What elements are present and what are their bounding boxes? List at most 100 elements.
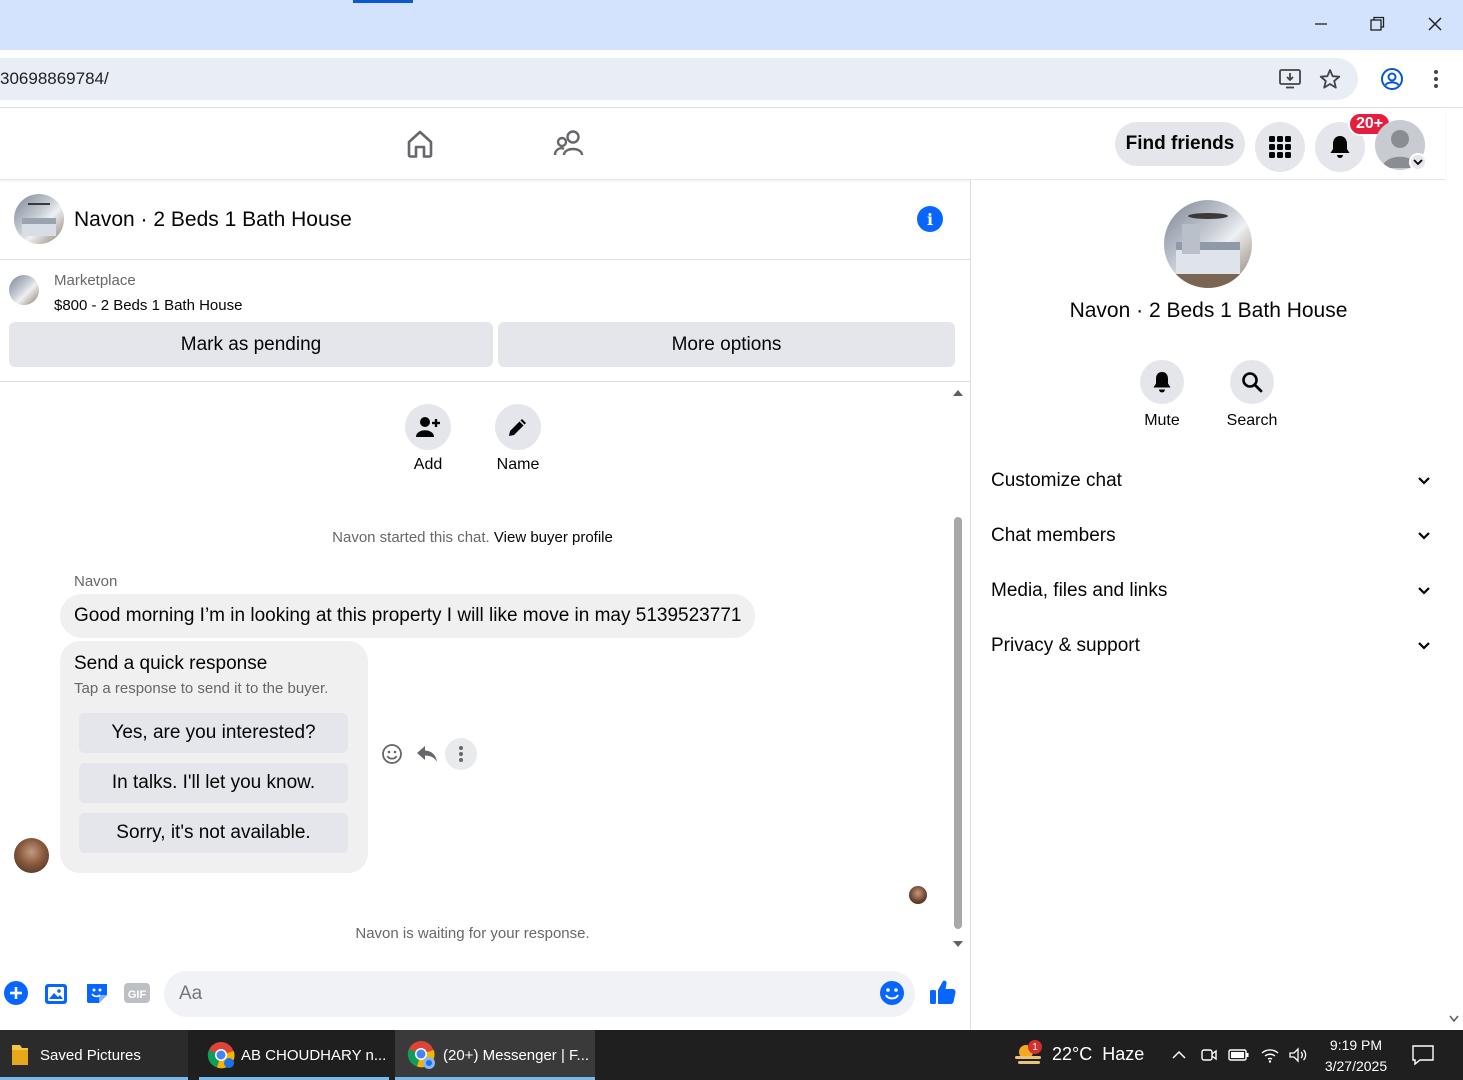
chat-header: Navon · 2 Beds 1 Bath House i bbox=[0, 180, 970, 260]
minimize-icon[interactable] bbox=[1305, 8, 1337, 40]
active-tab-indicator bbox=[353, 0, 413, 3]
windows-taskbar: Saved Pictures AB CHOUDHARY n... (20+) M… bbox=[0, 1030, 1463, 1080]
quick-response-title: Send a quick response bbox=[74, 653, 268, 674]
bookmark-star-icon[interactable] bbox=[1315, 64, 1345, 94]
message-list: Add Name Navon started this chat. View b… bbox=[0, 382, 970, 952]
chevron-down-icon bbox=[1418, 532, 1430, 540]
sticker-icon[interactable] bbox=[84, 980, 110, 1006]
weather-text[interactable]: 22°C Haze bbox=[1052, 1044, 1144, 1065]
chrome-icon bbox=[207, 1042, 235, 1069]
chevron-down-icon bbox=[1418, 642, 1430, 650]
marketplace-label: Marketplace bbox=[54, 272, 136, 289]
gif-icon-label: GIF bbox=[128, 989, 147, 1001]
scroll-up-arrow-icon[interactable] bbox=[950, 387, 966, 399]
privacy-support-section[interactable]: Privacy & support bbox=[991, 626, 1431, 666]
taskbar-app-chrome-messenger[interactable]: (20+) Messenger | F... bbox=[395, 1030, 595, 1080]
plus-circle-icon[interactable] bbox=[3, 980, 29, 1006]
add-label: Add bbox=[413, 456, 443, 473]
chrome-profile-icon[interactable] bbox=[1377, 64, 1407, 94]
chat-started-text: Navon started this chat. bbox=[332, 529, 490, 546]
find-friends-button[interactable]: Find friends bbox=[1115, 122, 1245, 166]
section-label: Chat members bbox=[991, 525, 1116, 546]
add-person-icon[interactable] bbox=[405, 404, 451, 450]
thumbs-up-icon[interactable] bbox=[929, 978, 957, 1006]
taskbar-clock[interactable]: 9:19 PM 3/27/2025 bbox=[1316, 1035, 1396, 1077]
more-actions-icon[interactable] bbox=[445, 738, 477, 770]
quick-response-option[interactable]: Sorry, it's not available. bbox=[79, 813, 348, 853]
incoming-message-bubble[interactable]: Good morning I’m in looking at this prop… bbox=[60, 594, 756, 638]
quick-response-subtitle: Tap a response to send it to the buyer. bbox=[74, 680, 329, 697]
menu-grid-icon[interactable] bbox=[1255, 122, 1305, 172]
view-buyer-profile-link[interactable]: View buyer profile bbox=[494, 529, 613, 546]
weather-icon[interactable]: 1 bbox=[1012, 1040, 1044, 1070]
friends-icon[interactable] bbox=[551, 126, 587, 162]
battery-icon[interactable] bbox=[1228, 1044, 1250, 1066]
gif-icon[interactable]: GIF bbox=[123, 980, 151, 1006]
address-bar-area: 30698869784/ bbox=[0, 50, 1463, 108]
mute-label: Mute bbox=[1144, 412, 1180, 429]
mark-as-pending-button[interactable]: Mark as pending bbox=[9, 322, 493, 367]
chat-members-section[interactable]: Chat members bbox=[991, 516, 1431, 556]
taskbar-app-saved-pictures[interactable]: Saved Pictures bbox=[0, 1030, 188, 1080]
conversation-name: Navon · 2 Beds 1 Bath House bbox=[1069, 299, 1348, 322]
close-icon[interactable] bbox=[1419, 8, 1451, 40]
listing-title[interactable]: $800 - 2 Beds 1 Bath House bbox=[54, 297, 242, 314]
message-input[interactable] bbox=[164, 971, 915, 1017]
taskbar-app-label: Saved Pictures bbox=[40, 1046, 141, 1064]
photo-gallery-icon[interactable] bbox=[44, 980, 70, 1006]
clock-time: 9:19 PM bbox=[1329, 1037, 1383, 1053]
info-icon[interactable]: i bbox=[917, 206, 943, 232]
media-files-links-section[interactable]: Media, files and links bbox=[991, 571, 1431, 611]
mute-bell-icon[interactable] bbox=[1140, 360, 1184, 404]
marketplace-bar: Marketplace $800 - 2 Beds 1 Bath House M… bbox=[0, 260, 970, 382]
search-icon[interactable] bbox=[1230, 360, 1274, 404]
scroll-down-arrow-icon[interactable] bbox=[950, 938, 966, 950]
meet-now-icon[interactable] bbox=[1198, 1044, 1220, 1066]
chrome-icon bbox=[407, 1041, 435, 1069]
message-scrollbar[interactable] bbox=[950, 382, 966, 952]
chrome-menu-icon[interactable] bbox=[1421, 64, 1451, 94]
scroll-thumb[interactable] bbox=[954, 517, 962, 929]
taskbar-app-chrome-ab[interactable]: AB CHOUDHARY n... bbox=[199, 1030, 389, 1080]
restore-icon[interactable] bbox=[1361, 8, 1393, 40]
sender-avatar[interactable] bbox=[14, 838, 49, 873]
omnibox[interactable]: 30698869784/ bbox=[0, 58, 1358, 100]
conversation-details-panel: Navon · 2 Beds 1 Bath House Mute Search … bbox=[970, 180, 1445, 1030]
react-emoji-icon[interactable] bbox=[376, 738, 408, 770]
home-icon[interactable] bbox=[402, 126, 438, 162]
facebook-top-nav: Find friends bbox=[0, 108, 1445, 180]
volume-icon[interactable] bbox=[1287, 1044, 1309, 1066]
listing-avatar[interactable] bbox=[14, 194, 64, 244]
message-composer: GIF bbox=[0, 960, 970, 1030]
section-label: Media, files and links bbox=[991, 580, 1168, 601]
emoji-picker-icon[interactable] bbox=[879, 980, 905, 1006]
chat-title[interactable]: Navon · 2 Beds 1 Bath House bbox=[74, 208, 352, 232]
reply-icon[interactable] bbox=[411, 738, 443, 770]
chevron-down-icon bbox=[1418, 587, 1430, 595]
browser-titlebar bbox=[0, 0, 1463, 50]
show-hidden-icons-icon[interactable] bbox=[1168, 1044, 1190, 1066]
name-label: Name bbox=[496, 456, 540, 473]
edit-name-icon[interactable] bbox=[495, 404, 541, 450]
more-options-button[interactable]: More options bbox=[498, 322, 955, 367]
quick-response-option[interactable]: Yes, are you interested? bbox=[79, 713, 348, 753]
quick-response-card: Send a quick response Tap a response to … bbox=[60, 641, 368, 873]
chat-started-notice: Navon started this chat. View buyer prof… bbox=[0, 529, 945, 546]
customize-chat-section[interactable]: Customize chat bbox=[991, 461, 1431, 501]
wifi-icon[interactable] bbox=[1259, 1044, 1281, 1066]
conversation-avatar[interactable] bbox=[1164, 200, 1252, 288]
section-label: Customize chat bbox=[991, 470, 1122, 491]
url-text[interactable]: 30698869784/ bbox=[0, 69, 109, 89]
sender-name: Navon bbox=[74, 573, 118, 590]
notification-center-icon[interactable] bbox=[1411, 1043, 1435, 1067]
listing-thumbnail[interactable] bbox=[9, 275, 39, 305]
install-app-icon[interactable] bbox=[1275, 64, 1305, 94]
page-scrollbar[interactable] bbox=[1445, 180, 1463, 1030]
quick-response-option[interactable]: In talks. I'll let you know. bbox=[79, 763, 348, 803]
page-scroll-down-icon[interactable] bbox=[1445, 1014, 1463, 1024]
taskbar-app-label: AB CHOUDHARY n... bbox=[241, 1046, 387, 1064]
search-label: Search bbox=[1226, 412, 1278, 429]
folder-icon bbox=[12, 1045, 28, 1065]
chevron-down-icon bbox=[1418, 477, 1430, 485]
account-chevron-down-icon[interactable] bbox=[1409, 153, 1427, 171]
